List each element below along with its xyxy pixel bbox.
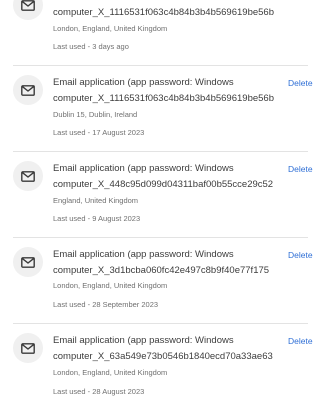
- entry-device: computer_X_1116531f063c4b84b3b4b569619be…: [53, 93, 274, 104]
- entry-title: Email application (app password: Windows: [53, 335, 234, 346]
- mail-icon: [13, 333, 43, 363]
- entry-title: Email application (app password: Windows: [53, 163, 234, 174]
- list-item: computer_X_1116531f063c4b84b3b4b569619be…: [0, 0, 308, 64]
- delete-button[interactable]: Delete: [288, 163, 313, 175]
- app-password-list: computer_X_1116531f063c4b84b3b4b569619be…: [0, 0, 313, 400]
- entry-location: London, England, United Kingdom: [53, 24, 168, 33]
- mail-icon: [13, 247, 43, 277]
- entry-last-used: Last used - 28 August 2023: [53, 387, 145, 396]
- list-item: Email application (app password: Windows…: [0, 152, 313, 238]
- entry-last-used: Last used - 17 August 2023: [53, 128, 145, 137]
- entry-location: London, England, United Kingdom: [53, 281, 168, 290]
- entry-last-used: Last used - 9 August 2023: [53, 214, 141, 223]
- mail-icon: [13, 0, 43, 20]
- entry-device: computer_X_63a549e73b0546b1840ecd70a33ae…: [53, 351, 273, 362]
- list-item: Email application (app password: Windows…: [0, 66, 313, 152]
- entry-last-used: Last used - 3 days ago: [53, 42, 129, 51]
- list-item: Email application (app password: Windows…: [0, 238, 313, 324]
- entry-title: Email application (app password: Windows: [53, 249, 234, 260]
- list-item: Email application (app password: Windows…: [0, 324, 313, 410]
- entry-device: computer_X_3d1bcba060fc42e497c8b9f40e77f…: [53, 265, 270, 276]
- mail-icon: [13, 75, 43, 105]
- delete-button[interactable]: Delete: [288, 335, 313, 347]
- entry-device: computer_X_1116531f063c4b84b3b4b569619be…: [53, 7, 274, 18]
- entry-location: Dublin 15, Dublin, Ireland: [53, 110, 138, 119]
- delete-button[interactable]: Delete: [288, 77, 313, 89]
- entry-location: London, England, United Kingdom: [53, 368, 168, 377]
- entry-last-used: Last used - 28 September 2023: [53, 300, 159, 309]
- delete-button[interactable]: Delete: [288, 249, 313, 261]
- entry-title: Email application (app password: Windows: [53, 77, 234, 88]
- mail-icon: [13, 161, 43, 191]
- entry-device: computer_X_448c95d099d04311baf00b55cce29…: [53, 179, 274, 190]
- entry-location: England, United Kingdom: [53, 196, 139, 205]
